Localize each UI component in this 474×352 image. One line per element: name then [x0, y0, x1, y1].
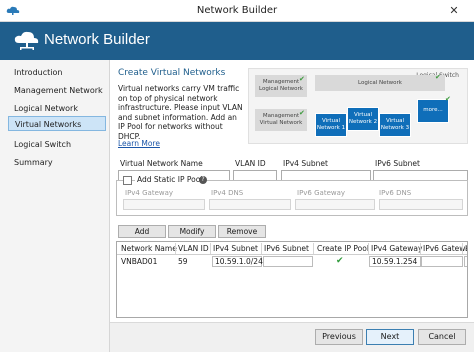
previous-button[interactable]: Previous: [315, 329, 363, 345]
overflow-cell-box[interactable]: [464, 256, 467, 267]
help-icon[interactable]: ?: [199, 176, 207, 184]
static-ip-pool-label: Add Static IP Pool: [135, 175, 205, 184]
vn-name-label: Virtual Network Name: [120, 159, 203, 168]
column-header[interactable]: VLAN ID: [178, 244, 209, 253]
ipv4-dns-label: IPv4 DNS: [211, 189, 244, 197]
virtual-network-2-box: Virtual Network 2: [347, 107, 379, 131]
cancel-button[interactable]: Cancel: [418, 329, 466, 345]
column-header[interactable]: I: [465, 244, 467, 253]
virtual-networks-table: Network Name VLAN ID IPv4 Subnet IPv6 Su…: [116, 241, 468, 318]
check-icon: ✔: [299, 109, 305, 117]
next-button[interactable]: Next: [366, 329, 414, 345]
column-header[interactable]: IPv4 Subnet: [213, 244, 258, 253]
ipv4-gateway-input[interactable]: [123, 199, 205, 210]
table-header: Network Name VLAN ID IPv4 Subnet IPv6 Su…: [117, 242, 467, 255]
ipv4-subnet-label: IPv4 Subnet: [283, 159, 328, 168]
section-title: Create Virtual Networks: [118, 68, 226, 78]
column-header[interactable]: IPv6 Subnet: [264, 244, 309, 253]
page-header-title: Network Builder: [44, 31, 150, 48]
header-banner: Network Builder: [0, 22, 474, 60]
cloud-network-icon: [14, 31, 39, 50]
ipv4-subnet-cell: 10.59.1.0/24: [215, 257, 263, 266]
network-name-cell: VNBAD01: [121, 257, 158, 266]
window-title: Network Builder: [196, 5, 278, 16]
column-header[interactable]: IPv4 Gateway: [371, 244, 422, 253]
logical-network-box: Logical Network: [315, 75, 445, 91]
add-button[interactable]: Add: [118, 225, 166, 238]
section-description: Virtual networks carry VM traffic on top…: [118, 84, 243, 141]
ipv6-dns-label: IPv6 DNS: [379, 189, 412, 197]
close-button[interactable]: ✕: [440, 3, 468, 19]
ipv4-dns-input[interactable]: [209, 199, 291, 210]
ipv4-gateway-label: IPv4 Gateway: [125, 189, 174, 197]
sidebar-item-summary[interactable]: Summary: [8, 155, 106, 170]
virtual-network-1-box: Virtual Network 1: [315, 113, 347, 137]
sidebar-item-logical-switch[interactable]: Logical Switch: [8, 137, 106, 152]
ipv6-gateway-cell-box[interactable]: [421, 256, 463, 267]
check-icon[interactable]: ✔: [336, 256, 344, 266]
vlan-id-label: VLAN ID: [235, 159, 266, 168]
sidebar-item-logical-network[interactable]: Logical Network: [8, 101, 106, 116]
table-row[interactable]: VNBAD01 59 10.59.1.0/24 ✔ 10.59.1.254: [117, 256, 467, 267]
column-header[interactable]: Create IP Pool: [317, 244, 369, 253]
check-icon: ✔: [445, 95, 451, 103]
network-diagram: Logical Switch Management Logical Networ…: [248, 68, 468, 144]
ipv4-gateway-cell: 10.59.1.254: [372, 257, 418, 266]
main-content: Create Virtual Networks Virtual networks…: [110, 60, 474, 322]
window-titlebar: Network Builder ✕: [0, 0, 474, 22]
sidebar-item-virtual-networks[interactable]: Virtual Networks: [8, 116, 106, 131]
vlan-id-cell: 59: [178, 257, 188, 266]
check-icon: ✔: [299, 75, 305, 83]
sidebar-item-introduction[interactable]: Introduction: [8, 65, 106, 80]
sidebar-item-management-network[interactable]: Management Network: [8, 83, 106, 98]
wizard-footer: Previous Next Cancel: [110, 322, 474, 352]
static-ip-pool-checkbox[interactable]: [123, 176, 132, 185]
remove-button[interactable]: Remove: [218, 225, 266, 238]
ipv6-subnet-cell-box[interactable]: [263, 256, 313, 267]
ipv6-dns-input[interactable]: [379, 199, 463, 210]
virtual-network-3-box: Virtual Network 3: [379, 113, 411, 137]
static-ip-pool-group: Add Static IP Pool ? IPv4 Gateway IPv4 D…: [116, 175, 468, 216]
modify-button[interactable]: Modify: [168, 225, 216, 238]
check-icon: ✔: [435, 73, 441, 81]
wizard-sidebar: Introduction Management Network Logical …: [0, 60, 110, 352]
column-header[interactable]: Network Name: [121, 244, 177, 253]
learn-more-link[interactable]: Learn More: [118, 139, 160, 148]
ipv6-gateway-input[interactable]: [295, 199, 375, 210]
ipv6-subnet-label: IPv6 Subnet: [375, 159, 420, 168]
ipv6-gateway-label: IPv6 Gateway: [297, 189, 346, 197]
